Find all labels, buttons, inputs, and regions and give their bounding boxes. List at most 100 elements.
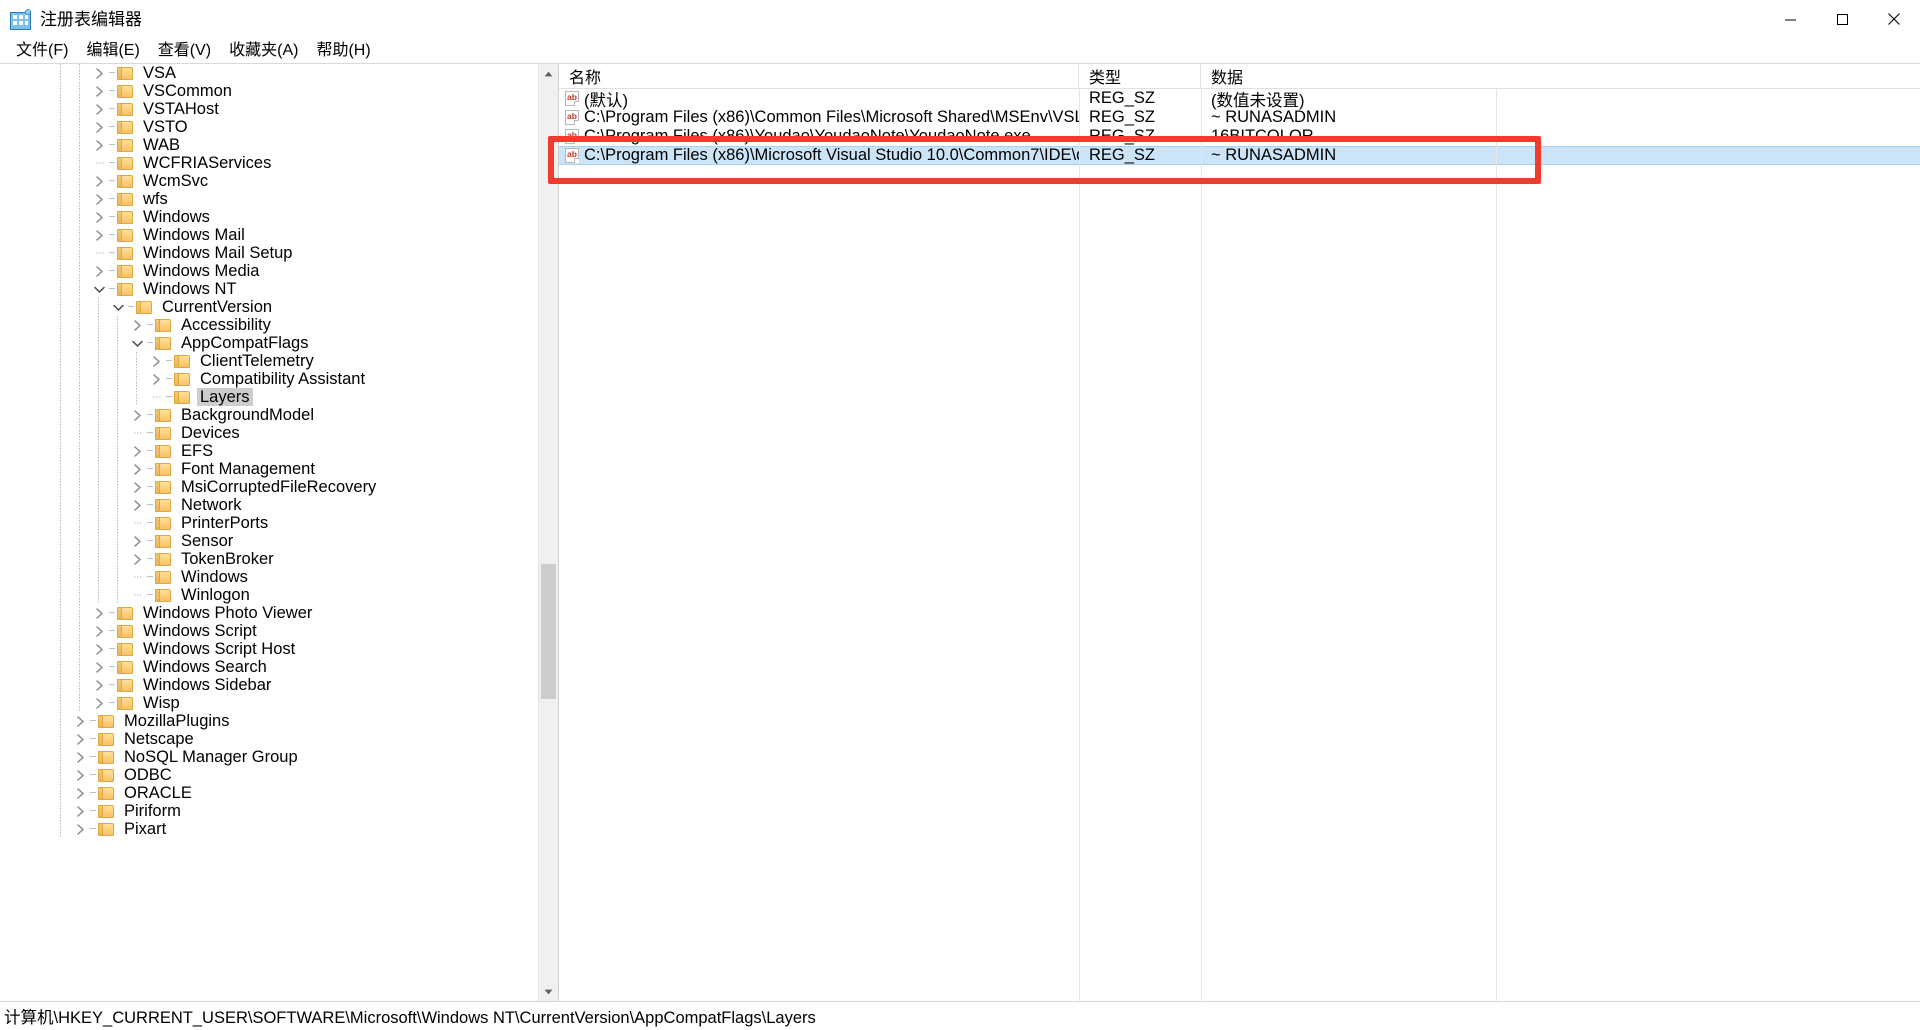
tree-item-nosql-manager-group[interactable]: NoSQL Manager Group — [0, 748, 538, 766]
chevron-right-icon[interactable] — [129, 463, 145, 475]
tree-item-windows-mail-setup[interactable]: Windows Mail Setup — [0, 244, 538, 262]
tree-item-oracle[interactable]: ORACLE — [0, 784, 538, 802]
chevron-right-icon[interactable] — [148, 373, 164, 385]
tree-item-odbc[interactable]: ODBC — [0, 766, 538, 784]
tree-item-windows-media[interactable]: Windows Media — [0, 262, 538, 280]
tree-item-windows-sidebar[interactable]: Windows Sidebar — [0, 676, 538, 694]
tree-item-devices[interactable]: Devices — [0, 424, 538, 442]
tree-item-netscape[interactable]: Netscape — [0, 730, 538, 748]
tree-item-vstahost[interactable]: VSTAHost — [0, 100, 538, 118]
chevron-right-icon[interactable] — [129, 499, 145, 511]
chevron-right-icon[interactable] — [129, 553, 145, 565]
tree-item-currentversion[interactable]: CurrentVersion — [0, 298, 538, 316]
table-row[interactable]: ab C:\Program Files (x86)\Microsoft Visua… — [559, 146, 1920, 165]
tree-item-wcfriaservices[interactable]: WCFRIAServices — [0, 154, 538, 172]
chevron-right-icon[interactable] — [72, 733, 88, 745]
chevron-right-icon[interactable] — [91, 661, 107, 673]
tree-item-vsto[interactable]: VSTO — [0, 118, 538, 136]
chevron-right-icon[interactable] — [91, 139, 107, 151]
tree-item-windows[interactable]: Windows — [0, 568, 538, 586]
scroll-up-arrow-icon[interactable] — [539, 64, 558, 83]
tree-item-pixart[interactable]: Pixart — [0, 820, 538, 838]
tree-item-compatibility-assistant[interactable]: Compatibility Assistant — [0, 370, 538, 388]
chevron-right-icon[interactable] — [72, 805, 88, 817]
tree-item-windows-script-host[interactable]: Windows Script Host — [0, 640, 538, 658]
chevron-down-icon[interactable] — [110, 303, 126, 312]
chevron-down-icon[interactable] — [91, 285, 107, 294]
tree-item-winlogon[interactable]: Winlogon — [0, 586, 538, 604]
menu-edit[interactable]: 编辑(E) — [77, 41, 148, 62]
tree-vertical-scrollbar[interactable] — [538, 64, 558, 1001]
tree-item-vsa[interactable]: VSA — [0, 64, 538, 82]
tree-item-font-management[interactable]: Font Management — [0, 460, 538, 478]
tree-item-efs[interactable]: EFS — [0, 442, 538, 460]
tree-item-piriform[interactable]: Piriform — [0, 802, 538, 820]
chevron-right-icon[interactable] — [91, 607, 107, 619]
chevron-right-icon[interactable] — [91, 265, 107, 277]
tree-item-sensor[interactable]: Sensor — [0, 532, 538, 550]
chevron-right-icon[interactable] — [91, 67, 107, 79]
chevron-right-icon[interactable] — [129, 535, 145, 547]
tree-item-windows-nt[interactable]: Windows NT — [0, 280, 538, 298]
tree-item-msicorruptedfilerecovery[interactable]: MsiCorruptedFileRecovery — [0, 478, 538, 496]
tree-item-windows-search[interactable]: Windows Search — [0, 658, 538, 676]
tree-item-windows-photo-viewer[interactable]: Windows Photo Viewer — [0, 604, 538, 622]
close-button[interactable] — [1868, 0, 1920, 38]
tree-item-layers[interactable]: Layers — [0, 388, 538, 406]
chevron-right-icon[interactable] — [91, 103, 107, 115]
chevron-right-icon[interactable] — [91, 643, 107, 655]
chevron-right-icon[interactable] — [91, 211, 107, 223]
tree-item-clienttelemetry[interactable]: ClientTelemetry — [0, 352, 538, 370]
chevron-right-icon[interactable] — [72, 751, 88, 763]
minimize-button[interactable] — [1764, 0, 1816, 38]
tree-item-wcmsvc[interactable]: WcmSvc — [0, 172, 538, 190]
maximize-button[interactable] — [1816, 0, 1868, 38]
tree-item-appcompatflags[interactable]: AppCompatFlags — [0, 334, 538, 352]
tree-scrollbar-thumb[interactable] — [541, 564, 556, 699]
chevron-right-icon[interactable] — [91, 229, 107, 241]
chevron-right-icon[interactable] — [72, 769, 88, 781]
chevron-right-icon[interactable] — [148, 355, 164, 367]
chevron-right-icon[interactable] — [129, 319, 145, 331]
chevron-right-icon[interactable] — [129, 445, 145, 457]
menu-favorites[interactable]: 收藏夹(A) — [220, 41, 307, 62]
tree-item-network[interactable]: Network — [0, 496, 538, 514]
tree-item-backgroundmodel[interactable]: BackgroundModel — [0, 406, 538, 424]
chevron-right-icon[interactable] — [91, 679, 107, 691]
tree-item-wab[interactable]: WAB — [0, 136, 538, 154]
chevron-right-icon[interactable] — [72, 823, 88, 835]
column-header-type[interactable]: 类型 — [1079, 64, 1201, 88]
chevron-right-icon[interactable] — [91, 121, 107, 133]
chevron-right-icon[interactable] — [91, 697, 107, 709]
chevron-right-icon[interactable] — [91, 175, 107, 187]
chevron-right-icon[interactable] — [91, 193, 107, 205]
tree-connector — [145, 442, 155, 460]
tree-item-printerports[interactable]: PrinterPorts — [0, 514, 538, 532]
chevron-down-icon[interactable] — [129, 339, 145, 348]
chevron-right-icon[interactable] — [91, 85, 107, 97]
tree-item-windows[interactable]: Windows — [0, 208, 538, 226]
table-row[interactable]: ab C:\Program Files (x86)\Common Files\Mi… — [559, 108, 1920, 127]
tree-item-tokenbroker[interactable]: TokenBroker — [0, 550, 538, 568]
table-row[interactable]: ab C:\Program Files (x86)\Youdao\YoudaoNo… — [559, 127, 1920, 146]
menu-file[interactable]: 文件(F) — [7, 41, 77, 62]
registry-tree-scroll-area[interactable]: VSA VSCommon VSTAHost VSTO WAB WCFRIAServices… — [0, 64, 538, 1001]
tree-item-wfs[interactable]: wfs — [0, 190, 538, 208]
scroll-down-arrow-icon[interactable] — [539, 982, 558, 1001]
tree-item-windows-script[interactable]: Windows Script — [0, 622, 538, 640]
tree-item-mozillaplugins[interactable]: MozillaPlugins — [0, 712, 538, 730]
column-header-data[interactable]: 数据 — [1201, 64, 1920, 88]
tree-item-wisp[interactable]: Wisp — [0, 694, 538, 712]
chevron-right-icon[interactable] — [72, 715, 88, 727]
chevron-right-icon[interactable] — [129, 409, 145, 421]
column-header-name[interactable]: 名称 — [559, 64, 1079, 88]
chevron-right-icon[interactable] — [72, 787, 88, 799]
chevron-right-icon[interactable] — [129, 481, 145, 493]
table-row[interactable]: ab (默认) REG_SZ (数值未设置) — [559, 89, 1920, 110]
menu-help[interactable]: 帮助(H) — [307, 41, 379, 62]
tree-item-windows-mail[interactable]: Windows Mail — [0, 226, 538, 244]
menu-view[interactable]: 查看(V) — [149, 41, 220, 62]
tree-item-accessibility[interactable]: Accessibility — [0, 316, 538, 334]
chevron-right-icon[interactable] — [91, 625, 107, 637]
tree-item-vscommon[interactable]: VSCommon — [0, 82, 538, 100]
